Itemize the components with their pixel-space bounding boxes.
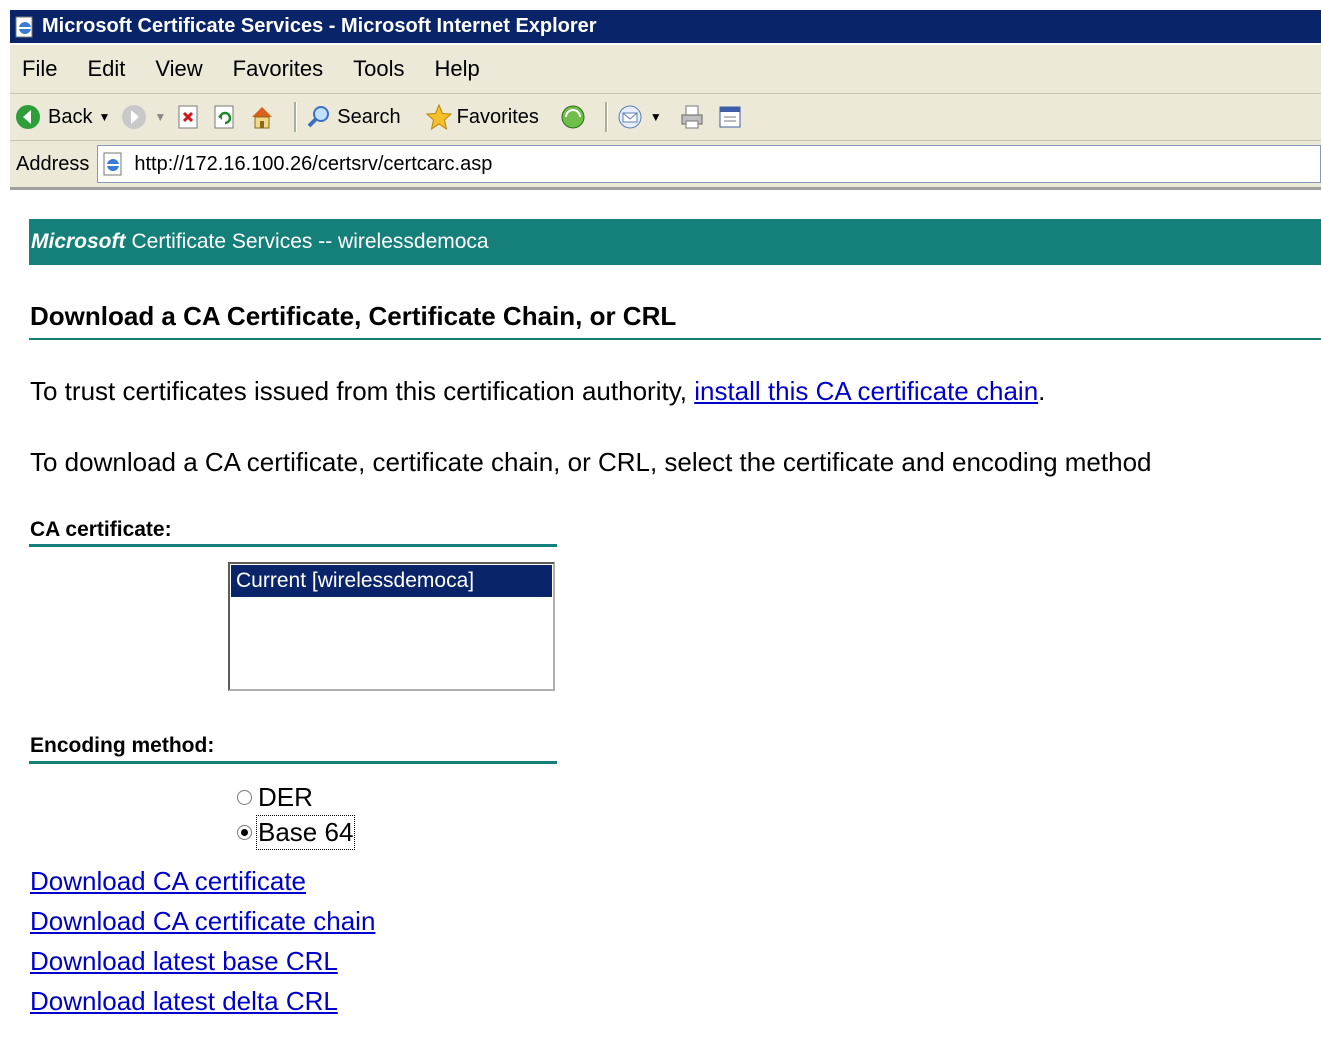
trust-text: To trust certificates issued from this c… (30, 376, 695, 406)
download-base-crl-link[interactable]: Download latest base CRL (30, 946, 338, 977)
encoding-divider (29, 761, 557, 764)
toolbar-separator (294, 102, 298, 132)
base64-label: Base 64 (255, 815, 356, 850)
encoding-base64-option[interactable]: Base 64 (237, 815, 356, 850)
der-radio[interactable] (237, 790, 252, 805)
home-icon (252, 107, 273, 129)
base64-radio[interactable] (237, 825, 252, 840)
back-button[interactable]: Back ▼ (14, 103, 110, 131)
window-title-bar: Microsoft Certificate Services - Microso… (10, 10, 1321, 43)
menu-edit[interactable]: Edit (87, 56, 125, 82)
media-icon (561, 105, 585, 129)
menu-view[interactable]: View (155, 56, 202, 82)
address-input[interactable]: http://172.16.100.26/certsrv/certcarc.as… (97, 145, 1321, 183)
encoding-der-option[interactable]: DER (237, 782, 313, 813)
search-label: Search (337, 105, 401, 128)
ca-certificate-option[interactable]: Current [wirelessdemoca] (231, 565, 552, 597)
back-label: Back (48, 105, 93, 128)
encoding-method-label: Encoding method: (30, 734, 215, 757)
search-icon (307, 106, 330, 128)
address-label: Address (16, 152, 90, 175)
back-arrow-icon (16, 105, 40, 129)
forward-dropdown-icon[interactable]: ▼ (154, 110, 166, 124)
der-label: DER (258, 782, 313, 812)
forward-arrow-icon (122, 105, 147, 129)
banner-brand: Microsoft (31, 230, 126, 253)
menu-help[interactable]: Help (435, 56, 480, 82)
favorites-button[interactable]: Favorites (425, 103, 539, 131)
address-bar: Address http://172.16.100.26/certsrv/cer… (10, 141, 1321, 190)
ca-certificate-listbox[interactable]: Current [wirelessdemoca] (228, 562, 555, 691)
back-dropdown-icon[interactable]: ▼ (98, 110, 110, 124)
download-ca-certificate-link[interactable]: Download CA certificate (30, 866, 306, 897)
refresh-icon (214, 105, 234, 129)
toolbar-separator (604, 102, 608, 132)
ie-page-icon (15, 16, 33, 37)
trust-text-end: . (1038, 376, 1046, 406)
mail-button[interactable]: ▼ (616, 103, 662, 131)
ca-divider (29, 544, 557, 547)
toolbar: Back ▼ ▼ Search Favorites ▼ (10, 94, 1321, 141)
menu-favorites[interactable]: Favorites (233, 56, 323, 82)
print-button[interactable] (678, 103, 706, 131)
install-ca-chain-link[interactable]: install this CA certificate chain (694, 376, 1038, 406)
stop-icon (178, 105, 198, 129)
trust-paragraph: To trust certificates issued from this c… (30, 376, 1045, 407)
page-banner: Microsoft Certificate Services -- wirele… (29, 219, 1321, 265)
banner-text: Certificate Services -- wirelessdemoca (131, 230, 489, 253)
stop-button[interactable] (176, 104, 202, 130)
download-instructions: To download a CA certificate, certificat… (30, 447, 1152, 477)
favorites-star-icon (425, 103, 452, 131)
favorites-label: Favorites (456, 105, 539, 128)
page-title: Download a CA Certificate, Certificate C… (30, 301, 677, 331)
ca-certificate-label: CA certificate: (30, 518, 172, 541)
menu-bar: File Edit View Favorites Tools Help (10, 45, 1321, 94)
menu-file[interactable]: File (22, 56, 57, 82)
media-button[interactable] (559, 103, 587, 131)
window-title: Microsoft Certificate Services - Microso… (42, 15, 597, 37)
edit-page-icon (719, 106, 741, 128)
menu-tools[interactable]: Tools (353, 56, 404, 82)
heading-divider (29, 338, 1321, 340)
edit-button[interactable] (716, 103, 744, 131)
mail-dropdown-icon[interactable]: ▼ (650, 110, 662, 124)
print-icon (681, 105, 703, 129)
refresh-button[interactable] (212, 104, 238, 130)
ie-page-icon (103, 152, 122, 176)
mail-icon (618, 105, 642, 129)
search-button[interactable]: Search (305, 103, 401, 131)
download-ca-chain-link[interactable]: Download CA certificate chain (30, 906, 375, 937)
address-url: http://172.16.100.26/certsrv/certcarc.as… (134, 152, 493, 175)
forward-button[interactable]: ▼ (120, 103, 166, 131)
home-button[interactable] (248, 103, 276, 131)
download-delta-crl-link[interactable]: Download latest delta CRL (30, 986, 338, 1017)
